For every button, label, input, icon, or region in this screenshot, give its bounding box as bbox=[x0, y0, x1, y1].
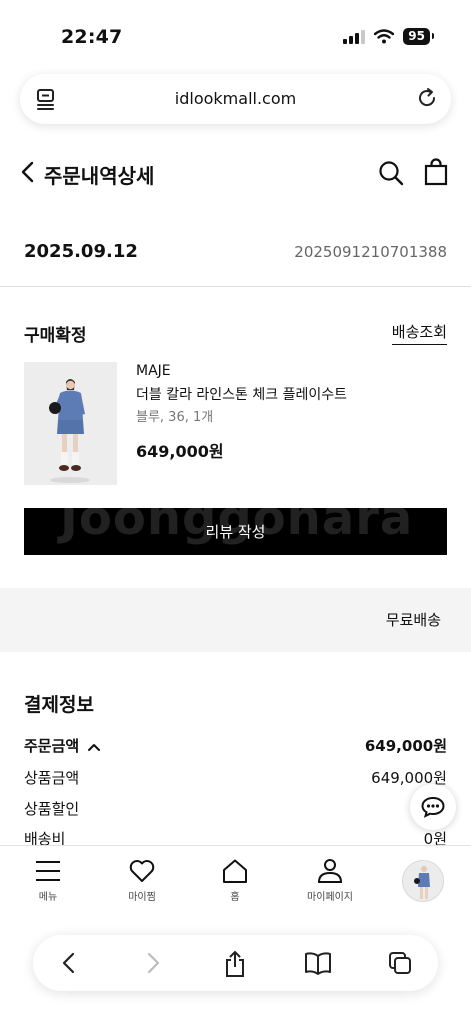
url-bar[interactable]: idlookmall.com bbox=[20, 74, 451, 124]
wifi-icon bbox=[374, 29, 395, 44]
order-date: 2025.09.12 bbox=[24, 241, 138, 262]
home-icon bbox=[223, 859, 247, 883]
chat-button[interactable] bbox=[410, 784, 456, 830]
tab-wishlist[interactable]: 마이찜 bbox=[102, 858, 182, 903]
tab-label: 마이찜 bbox=[128, 892, 156, 903]
cellular-signal-icon bbox=[343, 29, 366, 44]
tab-label: 홈 bbox=[230, 892, 240, 903]
bottom-tab-bar: 메뉴 마이찜 홈 마이페이지 bbox=[0, 845, 471, 920]
reload-icon[interactable] bbox=[415, 86, 439, 114]
shopping-bag-icon[interactable] bbox=[424, 158, 448, 190]
shipping-fee: 무료배송 bbox=[385, 611, 441, 629]
tab-label: 메뉴 bbox=[38, 892, 58, 903]
product-option: 블루, 36, 1개 bbox=[136, 410, 214, 425]
tab-mypage[interactable]: 마이페이지 bbox=[290, 858, 370, 903]
order-number: 2025091210701388 bbox=[294, 243, 447, 261]
divider bbox=[0, 286, 471, 287]
recent-product-avatar[interactable] bbox=[402, 860, 444, 902]
browser-forward-icon[interactable] bbox=[143, 950, 163, 980]
order-status: 구매확정 bbox=[24, 326, 87, 346]
order-amount-value: 649,000원 bbox=[364, 737, 447, 755]
status-bar: 22:47 95 bbox=[0, 0, 471, 60]
tracking-link[interactable]: 배송조회 bbox=[391, 321, 447, 345]
tab-menu[interactable]: 메뉴 bbox=[8, 858, 88, 903]
status-time: 22:47 bbox=[61, 26, 123, 48]
row-label: 주문금액 bbox=[24, 737, 80, 755]
order-amount-row[interactable]: 주문금액 649,000원 bbox=[24, 735, 447, 757]
heart-icon bbox=[129, 860, 155, 882]
page-title: 주문내역상세 bbox=[44, 164, 155, 188]
browser-toolbar bbox=[33, 935, 438, 991]
row-label: 상품금액 bbox=[24, 769, 80, 787]
tabs-icon[interactable] bbox=[387, 950, 413, 980]
product-amount-row: 상품금액 649,000원 bbox=[24, 767, 447, 789]
page-header: 주문내역상세 bbox=[0, 150, 471, 196]
product-price: 649,000원 bbox=[136, 442, 224, 461]
person-icon bbox=[317, 859, 343, 883]
search-icon[interactable] bbox=[378, 160, 404, 190]
row-label: 상품할인 bbox=[24, 800, 80, 818]
hamburger-menu-icon bbox=[36, 861, 60, 881]
share-icon[interactable] bbox=[223, 950, 247, 982]
product-image[interactable] bbox=[24, 362, 117, 485]
chevron-up-icon[interactable] bbox=[87, 742, 101, 752]
browser-back-icon[interactable] bbox=[59, 950, 79, 980]
payment-info-title: 결제정보 bbox=[24, 694, 94, 716]
review-button-label: 리뷰 작성 bbox=[205, 523, 266, 541]
order-amount-label[interactable]: 주문금액 bbox=[24, 735, 101, 756]
status-icons: 95 bbox=[343, 28, 434, 45]
shipping-section: 무료배송 bbox=[0, 588, 471, 652]
tab-label: 마이페이지 bbox=[307, 892, 353, 903]
product-discount-row: 상품할인 bbox=[24, 798, 447, 820]
write-review-button[interactable]: Joonggonara 리뷰 작성 bbox=[24, 508, 447, 555]
product-brand: MAJE bbox=[136, 363, 171, 379]
battery-indicator: 95 bbox=[403, 28, 434, 45]
product-name[interactable]: 더블 칼라 라인스톤 체크 플레이수트 bbox=[136, 384, 347, 404]
url-text[interactable]: idlookmall.com bbox=[20, 89, 451, 108]
chevron-left-icon[interactable] bbox=[19, 160, 35, 188]
tab-home[interactable]: 홈 bbox=[195, 858, 275, 903]
chat-bubble-icon bbox=[421, 796, 445, 818]
bookmarks-icon[interactable] bbox=[304, 950, 332, 980]
